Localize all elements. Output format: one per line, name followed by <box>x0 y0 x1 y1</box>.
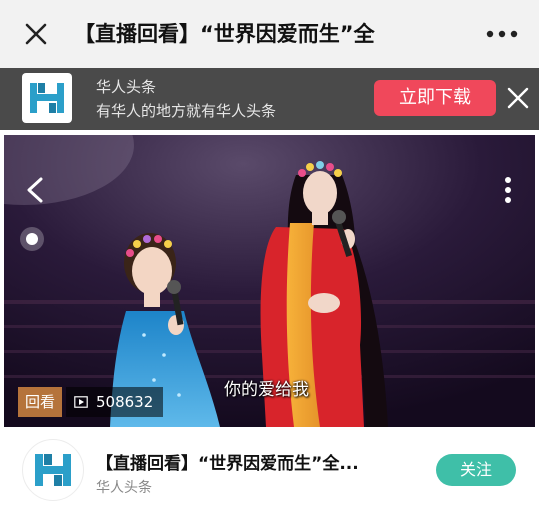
app-download-banner: 华人头条 有华人的地方就有华人头条 立即下载 <box>0 68 539 130</box>
close-icon[interactable] <box>22 20 50 48</box>
replay-badge: 回看 <box>18 387 62 417</box>
view-count: 508632 <box>96 393 154 411</box>
publisher-avatar[interactable] <box>22 439 84 501</box>
app-name: 华人头条 <box>96 78 157 96</box>
video-player[interactable]: 你的爱给我 回看 508632 <box>4 135 535 427</box>
play-icon <box>74 396 88 408</box>
top-nav-bar: 【直播回看】“世界因爱而生”全 <box>0 0 539 68</box>
more-horizontal-icon[interactable] <box>482 20 522 48</box>
download-button[interactable]: 立即下载 <box>374 80 496 116</box>
app-slogan: 有华人的地方就有华人头条 <box>96 102 277 120</box>
video-subtitle: 你的爱给我 <box>224 380 309 400</box>
video-title[interactable]: 【直播回看】“世界因爱而生”全... <box>96 449 359 474</box>
close-icon[interactable] <box>505 85 531 111</box>
huaren-toutiao-logo <box>35 454 71 486</box>
chevron-left-icon[interactable] <box>22 175 48 205</box>
more-vertical-icon[interactable] <box>500 175 516 205</box>
publisher-name[interactable]: 华人头条 <box>96 477 152 497</box>
page-title: 【直播回看】“世界因爱而生”全 <box>74 22 375 46</box>
app-logo <box>22 73 72 123</box>
huaren-toutiao-logo <box>30 83 64 113</box>
view-count-badge: 508632 <box>66 387 164 417</box>
follow-button[interactable]: 关注 <box>436 454 516 486</box>
video-info-bar: 【直播回看】“世界因爱而生”全... 华人头条 关注 <box>0 427 539 514</box>
